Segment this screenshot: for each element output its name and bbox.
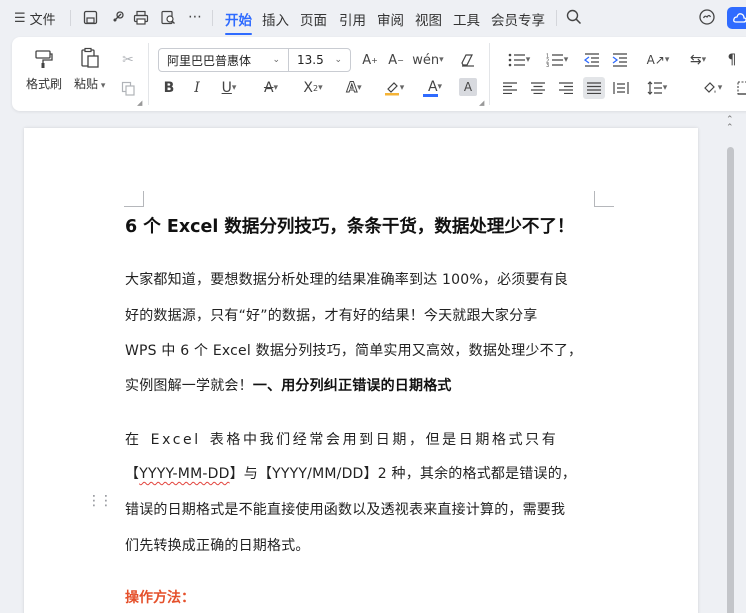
bullet-list-icon[interactable]: ▾ xyxy=(502,50,536,70)
clear-format-icon[interactable] xyxy=(458,50,478,70)
shading-icon[interactable]: ▾ xyxy=(696,78,728,98)
tab-member[interactable]: 会员专享 xyxy=(491,9,545,29)
paragraph-line: 实例图解一学就会！一、用分列纠正错误的日期格式 xyxy=(125,375,452,395)
phonetic-guide-icon[interactable]: wén ▾ xyxy=(412,50,443,70)
link-icon[interactable] xyxy=(108,8,126,26)
line-spacing-icon[interactable]: ▾ xyxy=(641,78,673,98)
paste-button[interactable]: 粘贴 ▾ xyxy=(74,47,105,92)
divider xyxy=(556,10,557,26)
align-center-icon[interactable] xyxy=(528,78,548,98)
bold-icon[interactable]: B xyxy=(159,78,179,98)
spellcheck-underlined-text: YYYY-MM-DD xyxy=(139,466,230,482)
paragraph-line: 们先转换成正确的日期格式。 xyxy=(125,538,310,554)
cut-icon[interactable]: ✂ xyxy=(118,50,138,70)
font-color-icon[interactable]: A ▾ xyxy=(420,78,450,98)
divider xyxy=(212,10,213,26)
paste-icon xyxy=(81,47,99,68)
hamburger-icon: ☰ xyxy=(14,11,26,26)
more-icon[interactable]: ⋯ xyxy=(186,8,204,26)
underline-icon[interactable]: U ▾ xyxy=(215,78,243,98)
borders-icon[interactable] xyxy=(734,78,746,98)
divider xyxy=(489,43,490,105)
paragraph-line: WPS 中 6 个 Excel 数据分列技巧，简单实用又高效，数据处理少不了， xyxy=(125,343,583,359)
font-name-select[interactable]: 阿里巴巴普惠体 ⌄ xyxy=(158,48,289,72)
save-icon[interactable] xyxy=(81,8,99,26)
text-direction-icon[interactable]: A↗ ▾ xyxy=(642,50,674,70)
paragraph-line: 错误的日期格式是不能直接使用函数以及透视表来直接计算的，需要我 xyxy=(125,502,566,518)
crop-mark xyxy=(594,191,614,207)
tab-insert[interactable]: 插入 xyxy=(262,9,289,29)
justify-icon[interactable] xyxy=(583,77,605,99)
chevron-down-icon: ⌄ xyxy=(272,55,280,65)
sort-icon[interactable]: ⇆ ▾ xyxy=(682,50,714,70)
show-marks-icon[interactable]: ¶ xyxy=(722,50,742,70)
share-button[interactable] xyxy=(727,7,746,29)
align-right-icon[interactable] xyxy=(556,78,576,98)
increase-font-size-icon[interactable]: A + xyxy=(360,50,380,70)
tab-page[interactable]: 页面 xyxy=(300,9,327,29)
operation-method-heading: 操作方法： xyxy=(125,590,195,606)
ribbon-toolbar: 格式刷 粘贴 ▾ ✂ ◢ 阿里巴巴普惠体 ⌄ 13.5 ⌄ A + A − wén ▾… xyxy=(12,37,746,111)
strikethrough-icon[interactable]: A ▾ xyxy=(257,78,285,98)
tab-references[interactable]: 引用 xyxy=(339,9,366,29)
bracket-text: 【 xyxy=(125,466,140,482)
clipboard-launcher-icon[interactable]: ◢ xyxy=(137,99,142,107)
tab-tools[interactable]: 工具 xyxy=(453,9,480,29)
cloud-icon xyxy=(733,13,746,23)
paragraph-line: 好的数据源，只有“好”的数据，才有好的结果！今天就跟大家分享 xyxy=(125,308,538,324)
cloud-sync-icon[interactable] xyxy=(698,8,716,26)
font-launcher-icon[interactable]: ◢ xyxy=(479,99,484,107)
vertical-scrollbar[interactable]: ⌃ ⌃ xyxy=(724,115,738,613)
italic-icon[interactable]: I xyxy=(187,78,207,98)
file-menu-label: 文件 xyxy=(29,13,56,28)
paragraph-line: 在 Excel 表格中我们经常会用到日期，但是日期格式只有 xyxy=(125,432,559,448)
divider xyxy=(148,43,149,105)
scroll-up-icon[interactable]: ⌃ xyxy=(726,123,734,133)
tab-view[interactable]: 视图 xyxy=(415,9,442,29)
menu-bar: ☰ 文件 ⋯ 开始 插入 页面 引用 审阅 视图 工具 会员专享 xyxy=(0,0,746,36)
numbered-list-icon[interactable]: 123 ▾ xyxy=(540,50,574,70)
tab-review[interactable]: 审阅 xyxy=(377,9,404,29)
distributed-align-icon[interactable] xyxy=(611,78,631,98)
paragraph-text: 实例图解一学就会！ xyxy=(125,378,253,394)
align-left-icon[interactable] xyxy=(500,78,520,98)
copy-icon[interactable] xyxy=(118,78,138,98)
font-size-select[interactable]: 13.5 ⌄ xyxy=(288,48,351,72)
print-icon[interactable] xyxy=(132,8,150,26)
format-painter-label: 格式刷 xyxy=(26,77,63,91)
format-painter-button[interactable]: 格式刷 xyxy=(26,47,62,92)
tab-home[interactable]: 开始 xyxy=(225,9,252,35)
decrease-indent-icon[interactable] xyxy=(582,50,602,70)
format-painter-icon xyxy=(35,50,53,68)
crop-mark xyxy=(124,191,144,207)
text-effect-icon[interactable]: A ▾ xyxy=(339,78,369,98)
document-title: 6 个 Excel 数据分列技巧，条条干货，数据处理少不了！ xyxy=(125,217,575,237)
highlight-color-icon[interactable]: ▾ xyxy=(378,78,410,98)
chevron-down-icon: ⌄ xyxy=(334,55,342,65)
decrease-font-size-icon[interactable]: A − xyxy=(386,50,406,70)
paste-label: 粘贴 ▾ xyxy=(74,77,106,91)
svg-text:3: 3 xyxy=(546,63,549,67)
char-shading-icon[interactable]: A xyxy=(459,78,477,96)
document-page[interactable]: 6 个 Excel 数据分列技巧，条条干货，数据处理少不了！ 大家都知道，要想数… xyxy=(24,128,698,613)
paragraph-text: 】与【YYYY/MM/DD】2 种，其余的格式都是错误的， xyxy=(229,466,577,482)
font-name-value: 阿里巴巴普惠体 xyxy=(167,53,252,68)
scrollbar-thumb[interactable] xyxy=(727,147,734,613)
increase-indent-icon[interactable] xyxy=(610,50,630,70)
divider xyxy=(70,10,71,26)
paragraph-line: 【YYYY-MM-DD】与【YYYY/MM/DD】2 种，其余的格式都是错误的， xyxy=(125,463,576,483)
section-heading: 一、用分列纠正错误的日期格式 xyxy=(252,378,452,394)
paragraph-line: 大家都知道，要想数据分析处理的结果准确率到达 100%，必须要有良 xyxy=(125,272,569,288)
file-menu[interactable]: ☰ 文件 xyxy=(14,9,56,28)
superscript-icon[interactable]: X2 ▾ xyxy=(298,78,328,98)
font-size-value: 13.5 xyxy=(297,53,324,67)
drag-handle-icon[interactable]: ⋮⋮ xyxy=(87,494,113,508)
search-icon[interactable] xyxy=(565,8,583,26)
print-preview-icon[interactable] xyxy=(159,8,177,26)
